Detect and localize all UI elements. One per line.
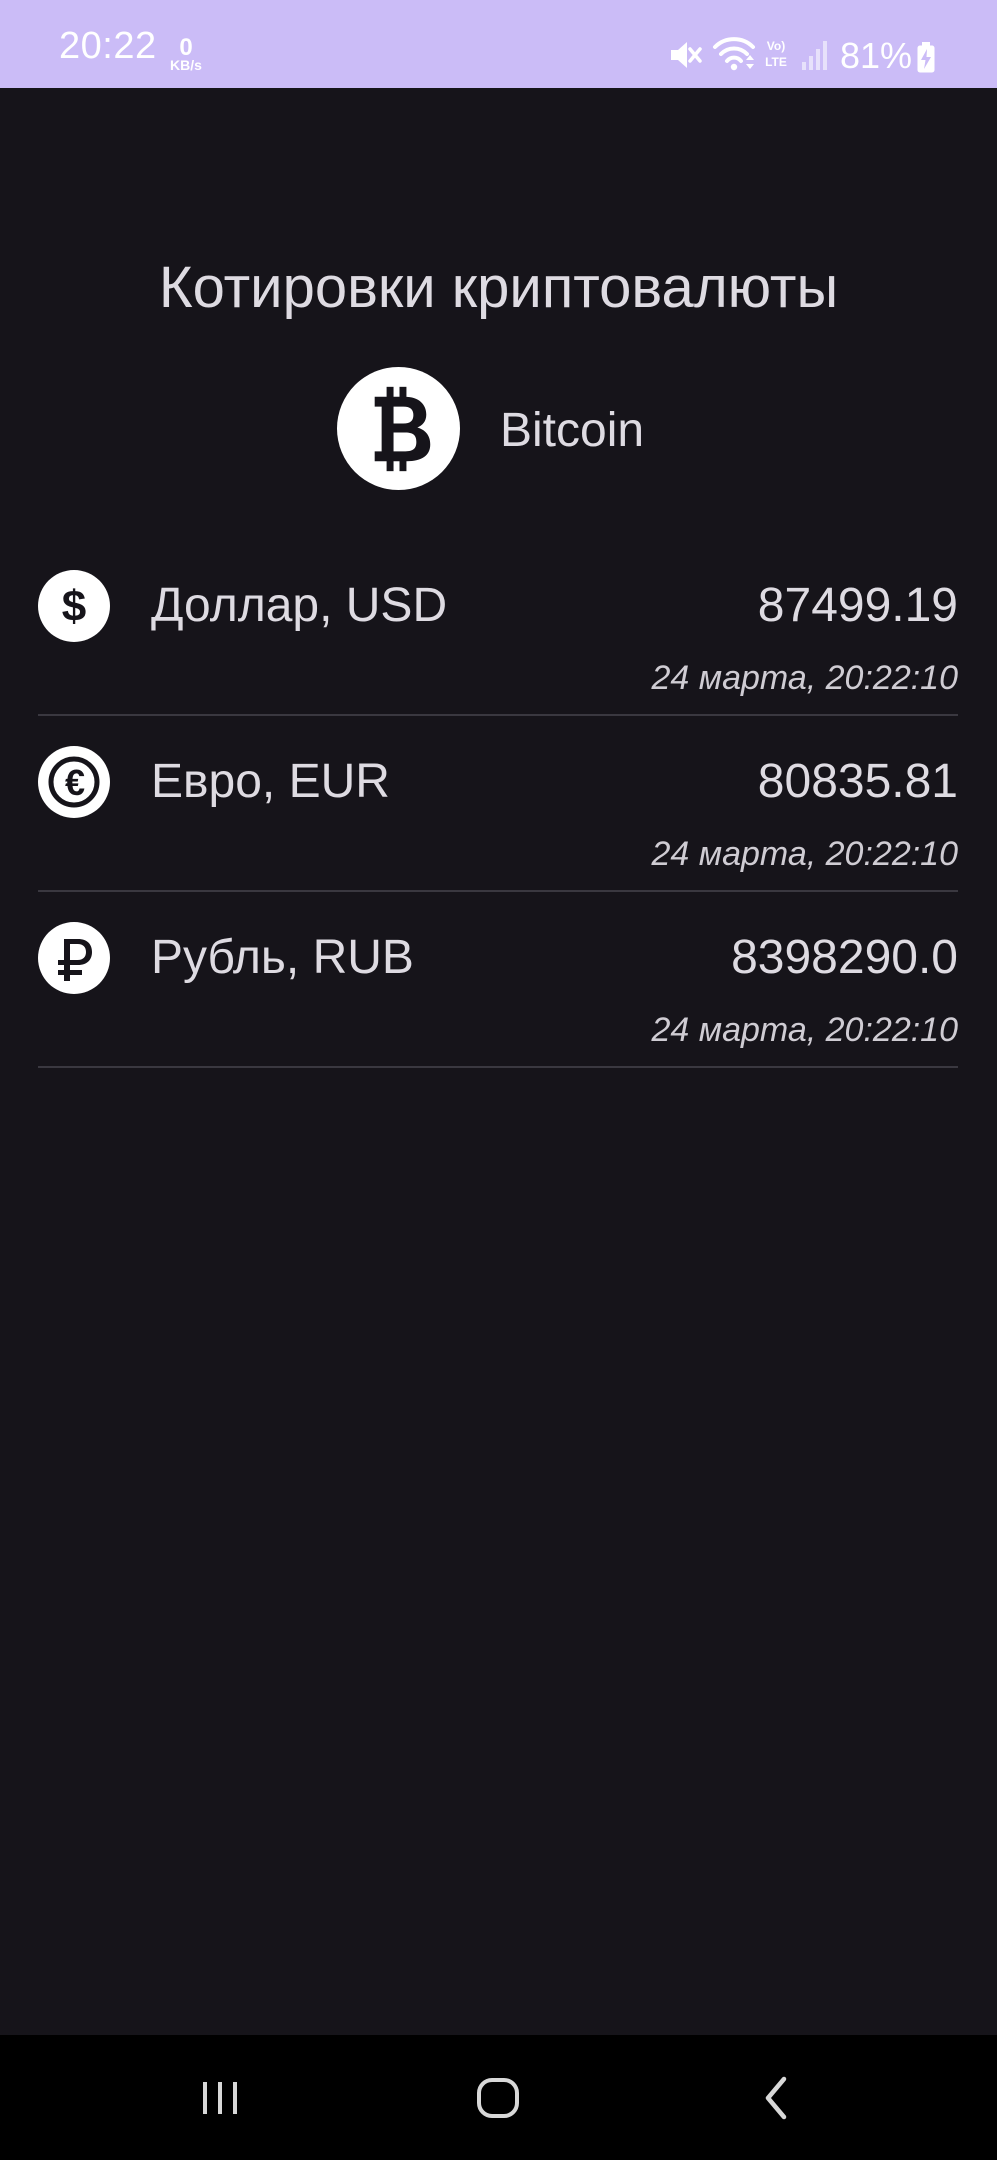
svg-text:€: € [65, 762, 85, 803]
dollar-icon: $ [38, 570, 110, 642]
quote-value: 8398290.0 [731, 931, 958, 984]
quote-label: Евро, EUR [151, 755, 390, 808]
coin-name: Bitcoin [500, 404, 645, 457]
battery-charging-icon [917, 42, 935, 73]
quote-value: 87499.19 [757, 579, 958, 632]
mute-icon [671, 42, 702, 68]
quote-updated-time: 24 марта, 20:22:10 [651, 1011, 958, 1049]
ruble-icon [38, 922, 110, 994]
bitcoin-icon [336, 366, 461, 491]
euro-icon: € [38, 746, 110, 818]
status-time: 20:22 [59, 25, 157, 67]
quote-row-eur[interactable]: € Евро, EUR 80835.81 24 марта, 20:22:10 [38, 716, 958, 892]
quote-row-rub[interactable]: Рубль, RUB 8398290.0 24 марта, 20:22:10 [38, 892, 958, 1068]
quote-row-usd[interactable]: $ Доллар, USD 87499.19 24 марта, 20:22:1… [38, 540, 958, 716]
battery-percent: 81% [840, 35, 913, 76]
home-icon[interactable] [443, 2055, 553, 2141]
quote-label: Рубль, RUB [151, 931, 414, 984]
svg-text:LTE: LTE [765, 55, 787, 69]
quote-value: 80835.81 [757, 755, 958, 808]
quote-label: Доллар, USD [151, 579, 448, 632]
recents-icon[interactable] [165, 2055, 275, 2141]
quote-updated-time: 24 марта, 20:22:10 [651, 659, 958, 697]
wifi-icon [713, 37, 755, 71]
quote-updated-time: 24 марта, 20:22:10 [651, 835, 958, 873]
volte-lte-icon: Vo) LTE [765, 39, 787, 69]
navigation-bar [0, 2035, 997, 2160]
network-speed: 0 KB/s [166, 36, 206, 73]
svg-text:$: $ [62, 582, 86, 631]
signal-icon [802, 41, 827, 70]
network-speed-unit: KB/s [170, 57, 202, 73]
svg-text:Vo): Vo) [767, 39, 785, 53]
back-icon[interactable] [722, 2055, 832, 2141]
status-bar: 20:22 0 KB/s Vo) LTE 81% [0, 0, 997, 88]
quotes-list: $ Доллар, USD 87499.19 24 марта, 20:22:1… [38, 540, 958, 1068]
page-title: Котировки криптовалюты [158, 255, 839, 320]
